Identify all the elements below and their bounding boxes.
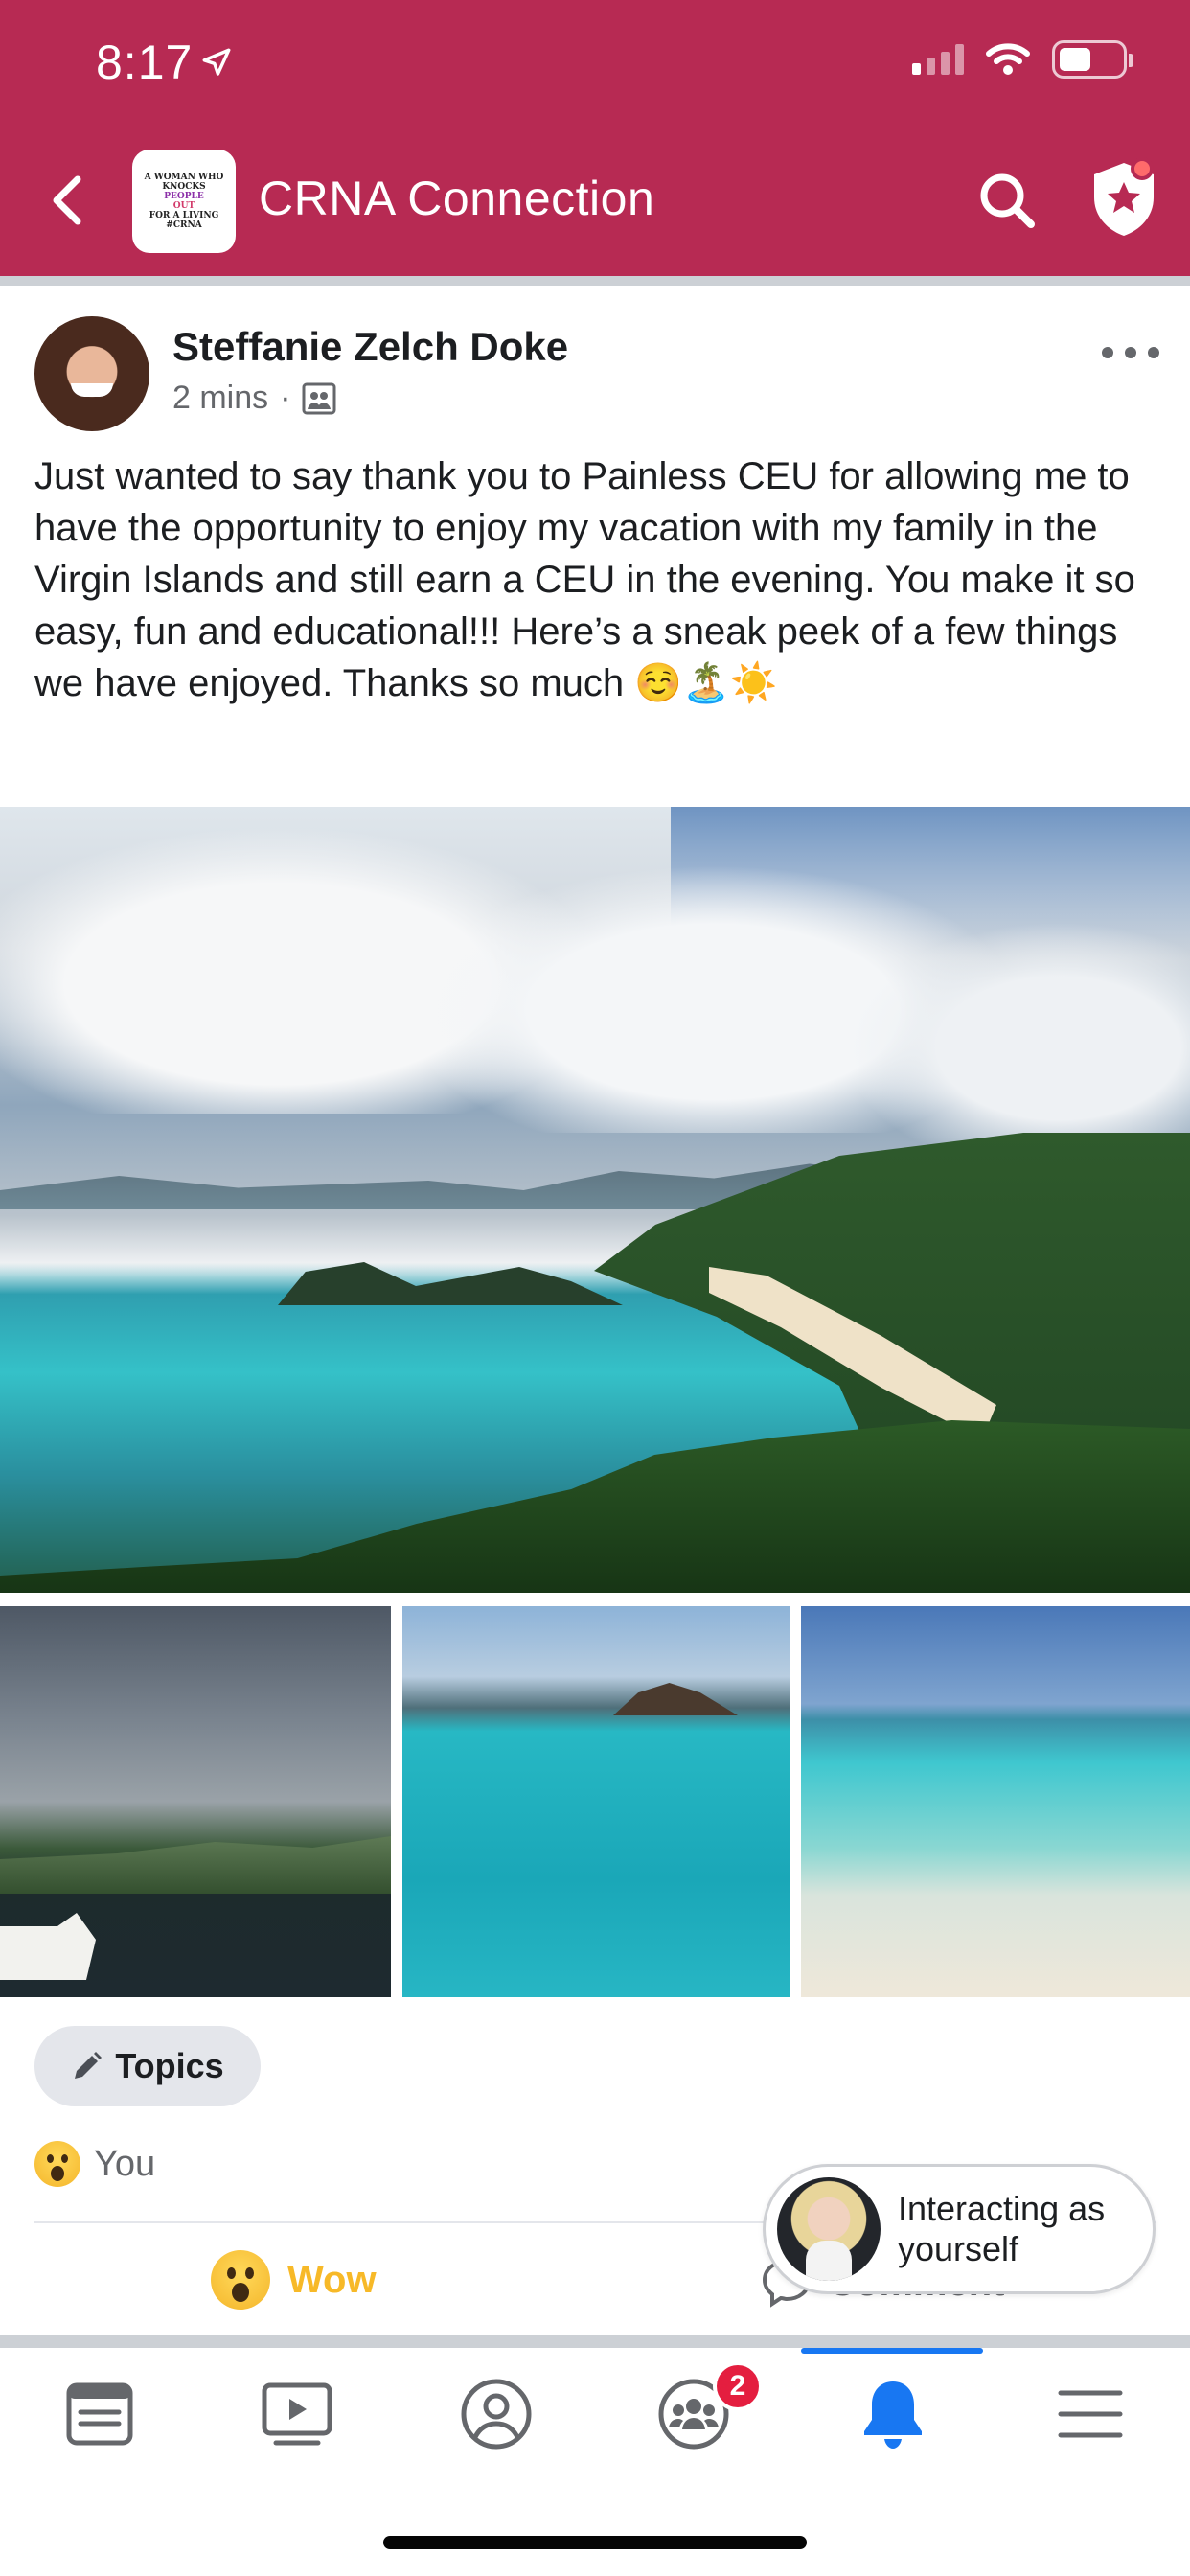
dot: [1125, 347, 1136, 358]
post-options-button[interactable]: [1102, 343, 1159, 362]
tab-news-feed[interactable]: [42, 2371, 157, 2457]
interacting-label: Interacting as yourself: [898, 2189, 1106, 2268]
location-arrow-icon: [202, 48, 231, 76]
reaction-names: You: [94, 2143, 156, 2184]
pencil-icon: [75, 2052, 103, 2079]
group-header: 8:17 A WOMAN WHO KNOCKS PEOPLE OUT FOR A…: [0, 0, 1190, 276]
news-feed-icon: [66, 2382, 133, 2446]
group-title[interactable]: CRNA Connection: [259, 171, 654, 226]
post-photo-main[interactable]: [0, 807, 1190, 1593]
author-name[interactable]: Steffanie Zelch Doke: [172, 324, 568, 370]
group-logo[interactable]: A WOMAN WHO KNOCKS PEOPLE OUT FOR A LIVI…: [132, 150, 236, 253]
status-icons: [912, 40, 1133, 79]
search-button[interactable]: [975, 169, 1039, 232]
logo-line: PEOPLE: [164, 192, 204, 201]
battery-icon: [1052, 40, 1133, 79]
notification-dot: [1131, 157, 1154, 180]
author-avatar[interactable]: [34, 316, 149, 431]
tab-watch[interactable]: [240, 2371, 355, 2457]
wifi-icon: [986, 43, 1030, 75]
wow-reaction-button[interactable]: Wow: [211, 2250, 377, 2310]
watch-video-icon: [262, 2382, 332, 2446]
groups-badge: 2: [713, 2361, 763, 2411]
search-icon: [980, 173, 1035, 228]
tab-profile[interactable]: [439, 2371, 554, 2457]
group-audience-icon: [302, 382, 336, 414]
logo-line: FOR A LIVING: [149, 211, 219, 220]
interacting-as-selector[interactable]: Interacting as yourself: [763, 2164, 1156, 2294]
logo-line: OUT: [172, 201, 195, 211]
wow-label: Wow: [287, 2258, 377, 2301]
back-button[interactable]: [42, 169, 94, 232]
cellular-signal-icon: [912, 44, 964, 75]
post-photo-beach[interactable]: [801, 1606, 1190, 1997]
home-indicator: [383, 2536, 807, 2549]
post-photo-sea[interactable]: [402, 1606, 790, 1997]
dot: [1148, 347, 1159, 358]
reaction-summary[interactable]: You: [34, 2141, 155, 2187]
profile-icon: [461, 2379, 532, 2450]
post-meta: 2 mins ·: [172, 380, 336, 417]
topics-label: Topics: [115, 2046, 224, 2085]
logo-line: KNOCKS: [162, 182, 206, 192]
chevron-left-icon: [53, 175, 81, 225]
post-timestamp[interactable]: 2 mins: [172, 380, 268, 417]
app-screen: 8:17 A WOMAN WHO KNOCKS PEOPLE OUT FOR A…: [0, 0, 1190, 2576]
interacting-avatar: [777, 2177, 881, 2281]
divider: [0, 2334, 1190, 2348]
logo-line: A WOMAN WHO: [144, 172, 224, 182]
menu-icon: [1058, 2390, 1123, 2438]
active-tab-indicator: [801, 2348, 983, 2354]
logo-line: #CRNA: [166, 220, 202, 230]
wow-icon: [211, 2250, 270, 2310]
meta-separator: ·: [280, 380, 291, 416]
wow-reaction-icon: [34, 2141, 80, 2187]
tab-notifications[interactable]: [835, 2371, 950, 2457]
bell-icon: [864, 2381, 922, 2449]
tab-menu[interactable]: [1033, 2371, 1148, 2457]
dot: [1102, 347, 1113, 358]
status-time: 8:17: [96, 34, 233, 90]
post-text: Just wanted to say thank you to Painless…: [34, 455, 1135, 704]
divider: [0, 276, 1190, 286]
status-time-text: 8:17: [96, 35, 194, 89]
topics-button[interactable]: Topics: [34, 2026, 261, 2106]
post-photo-harbor[interactable]: [0, 1606, 391, 1997]
